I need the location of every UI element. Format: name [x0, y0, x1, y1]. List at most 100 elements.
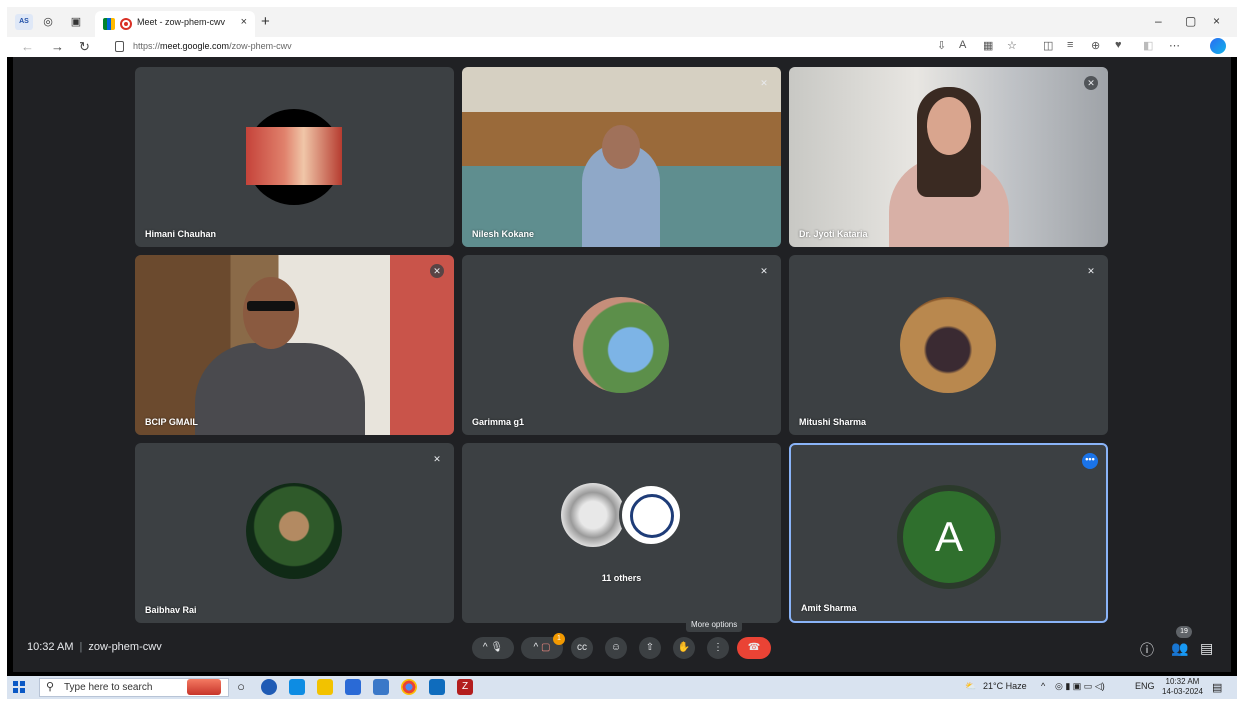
- copilot-icon[interactable]: [1210, 38, 1226, 54]
- chevron-up-icon[interactable]: ^: [483, 642, 488, 653]
- participant-name: BCIP GMAIL: [145, 417, 198, 427]
- app-available-icon[interactable]: ▦: [983, 39, 993, 52]
- raise-hand-button[interactable]: ✋: [673, 637, 695, 659]
- workspaces-icon[interactable]: ◎: [41, 15, 55, 29]
- language-indicator[interactable]: ENG: [1135, 681, 1155, 691]
- tray-icons[interactable]: ◎ ▮ ▣ ▭ ◁): [1055, 681, 1105, 692]
- others-avatar-2: [619, 483, 683, 547]
- mail-icon[interactable]: [373, 679, 389, 695]
- person-silhouette: [195, 343, 365, 435]
- mic-off-icon: ✕: [430, 264, 444, 278]
- people-icon[interactable]: 👥: [1171, 640, 1188, 657]
- participant-tile[interactable]: ✕ Dr. Jyoti Kataria: [789, 67, 1108, 247]
- more-options-tooltip: More options: [686, 617, 743, 632]
- weather-icon[interactable]: ⛅: [965, 681, 976, 692]
- chrome-icon[interactable]: [401, 679, 417, 695]
- extension-icon[interactable]: ◧: [1143, 39, 1153, 52]
- recording-icon: [120, 18, 132, 30]
- participant-name: Garimma g1: [472, 417, 525, 427]
- runner-logo: [630, 494, 674, 538]
- meeting-time: 10:32 AM: [27, 641, 74, 653]
- separator: |: [79, 641, 83, 653]
- news-widget-icon[interactable]: [187, 679, 221, 695]
- file-explorer-icon[interactable]: [317, 679, 333, 695]
- mic-off-icon: ✕: [1087, 266, 1095, 276]
- clock-time: 10:32 AM: [1165, 677, 1200, 686]
- participant-tile[interactable]: ✕ Nilesh Kokane: [462, 67, 781, 247]
- participant-tile[interactable]: ✕ Garimma g1: [462, 255, 781, 435]
- camera-off-icon[interactable]: ▢: [541, 642, 550, 653]
- others-label: 11 others: [601, 573, 642, 583]
- avatar: [573, 297, 669, 393]
- mic-icon[interactable]: 🎙: [490, 642, 503, 653]
- captions-button[interactable]: cc: [571, 637, 593, 659]
- person-head: [602, 125, 640, 169]
- more-options-dots-icon[interactable]: •••: [1082, 453, 1098, 469]
- tab-actions-icon[interactable]: ▣: [69, 15, 83, 29]
- favorites-icon[interactable]: ≡: [1067, 39, 1073, 51]
- forward-icon[interactable]: →: [51, 39, 64, 54]
- collections-icon[interactable]: ⊕: [1091, 39, 1100, 52]
- participant-tile[interactable]: Himani Chauhan: [135, 67, 454, 247]
- glasses: [247, 301, 295, 311]
- participant-name: Amit Sharma: [801, 603, 857, 613]
- participant-tile[interactable]: ✕ Mitushi Sharma: [789, 255, 1108, 435]
- split-screen-icon[interactable]: ◫: [1043, 39, 1053, 52]
- mic-control[interactable]: ^ 🎙: [472, 637, 514, 659]
- participant-name: Himani Chauhan: [145, 229, 217, 239]
- search-icon: ⚲: [46, 681, 55, 693]
- participant-tile[interactable]: ✕ BCIP GMAIL: [135, 255, 454, 435]
- favorite-star-icon[interactable]: ☆: [1007, 39, 1017, 52]
- meet-stage: Himani Chauhan ✕ Nilesh Kokane ✕ Dr. Jyo…: [13, 57, 1231, 672]
- more-options-button[interactable]: ⋮: [707, 637, 729, 659]
- edge-icon[interactable]: [289, 679, 305, 695]
- back-icon[interactable]: ←: [21, 39, 34, 54]
- taskbar-clock[interactable]: 10:32 AM 14-03-2024: [1162, 677, 1203, 697]
- participant-tile[interactable]: 11 others: [462, 443, 781, 623]
- chevron-up-icon[interactable]: ^: [534, 642, 539, 653]
- active-tab[interactable]: Meet - zow-phem-cwv ×: [95, 11, 255, 37]
- avatar: [246, 483, 342, 579]
- mic-off-icon: ✕: [433, 454, 441, 464]
- notifications-icon[interactable]: ▤: [1212, 681, 1222, 694]
- windows-start-icon[interactable]: [13, 681, 25, 693]
- chat-icon[interactable]: ▤: [1200, 640, 1213, 657]
- outlook-icon[interactable]: [429, 679, 445, 695]
- tray-chevron-icon[interactable]: ^: [1041, 681, 1045, 691]
- address-bar[interactable]: https://meet.google.com/zow-phem-cwv: [109, 38, 1189, 56]
- participant-count-badge: 19: [1176, 626, 1192, 638]
- weather-text[interactable]: 21°C Haze: [983, 681, 1027, 691]
- read-aloud-icon[interactable]: A: [959, 39, 966, 51]
- more-menu-icon[interactable]: ⋯: [1169, 39, 1180, 52]
- minimize-button[interactable]: –: [1155, 14, 1162, 28]
- app-icon[interactable]: [261, 679, 277, 695]
- url-text: https://meet.google.com/zow-phem-cwv: [133, 41, 292, 51]
- filezilla-icon[interactable]: Z: [457, 679, 473, 695]
- close-window-button[interactable]: ×: [1213, 14, 1220, 28]
- participant-tile[interactable]: ✕ Baibhav Rai: [135, 443, 454, 623]
- present-button[interactable]: ⇧: [639, 637, 661, 659]
- maximize-button[interactable]: ▢: [1185, 14, 1196, 28]
- task-view-icon[interactable]: ○: [233, 679, 249, 695]
- profile-avatar[interactable]: AS: [15, 14, 33, 30]
- refresh-icon[interactable]: ↻: [79, 39, 90, 55]
- mic-off-icon: ✕: [760, 266, 768, 276]
- browser-navbar: ← → ↻ https://meet.google.com/zow-phem-c…: [7, 37, 1237, 57]
- leave-call-button[interactable]: ☎: [737, 637, 771, 659]
- letter-avatar: A: [897, 485, 1001, 589]
- mic-off-icon: ✕: [1084, 76, 1098, 90]
- participant-name: Baibhav Rai: [145, 605, 197, 615]
- new-tab-button[interactable]: +: [261, 13, 270, 30]
- close-tab-icon[interactable]: ×: [241, 16, 247, 28]
- participant-name: Mitushi Sharma: [799, 417, 867, 427]
- meeting-details-icon[interactable]: ⓘ: [1140, 640, 1154, 660]
- performance-icon[interactable]: ♥: [1115, 39, 1122, 51]
- emoji-button[interactable]: ☺: [605, 637, 627, 659]
- store-icon[interactable]: [345, 679, 361, 695]
- download-icon[interactable]: ⇩: [937, 39, 946, 52]
- meeting-info: 10:32 AM | zow-phem-cwv: [27, 641, 162, 653]
- warning-badge: 1: [553, 633, 565, 645]
- search-placeholder: Type here to search: [64, 682, 153, 693]
- meeting-code: zow-phem-cwv: [88, 641, 162, 653]
- participant-tile-selected[interactable]: ••• A Amit Sharma: [789, 443, 1108, 623]
